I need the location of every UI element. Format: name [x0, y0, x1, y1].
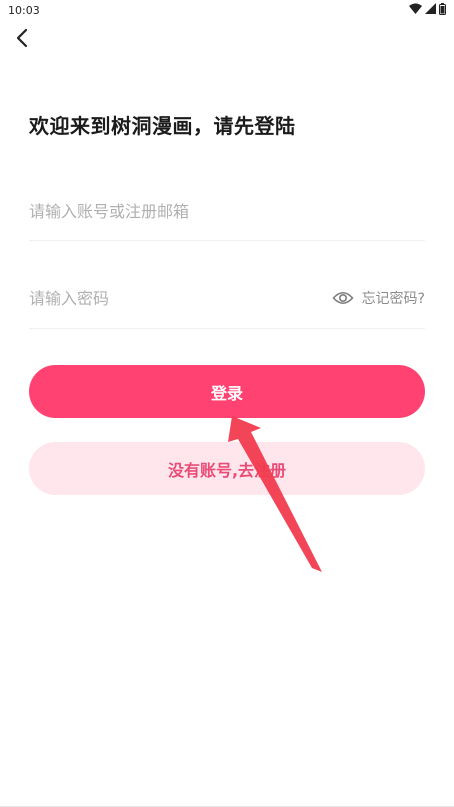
- account-field: [29, 182, 425, 241]
- password-input[interactable]: [29, 288, 332, 308]
- chevron-left-icon: [15, 28, 29, 52]
- login-button[interactable]: 登录: [29, 365, 425, 418]
- password-tools: 忘记密码?: [331, 287, 425, 309]
- signal-icon: [425, 3, 436, 17]
- account-input[interactable]: [29, 201, 425, 221]
- back-button[interactable]: [8, 26, 36, 54]
- battery-icon: [439, 2, 446, 18]
- forgot-password-link[interactable]: 忘记密码?: [362, 288, 425, 308]
- status-time: 10:03: [8, 3, 40, 17]
- status-icons: [409, 2, 446, 18]
- password-field: 忘记密码?: [29, 268, 425, 329]
- status-bar: 10:03: [0, 0, 454, 20]
- register-button[interactable]: 没有账号,去注册: [29, 442, 425, 495]
- page-title: 欢迎来到树洞漫画，请先登陆: [29, 114, 296, 138]
- wifi-icon: [409, 3, 422, 17]
- eye-icon[interactable]: [331, 287, 354, 309]
